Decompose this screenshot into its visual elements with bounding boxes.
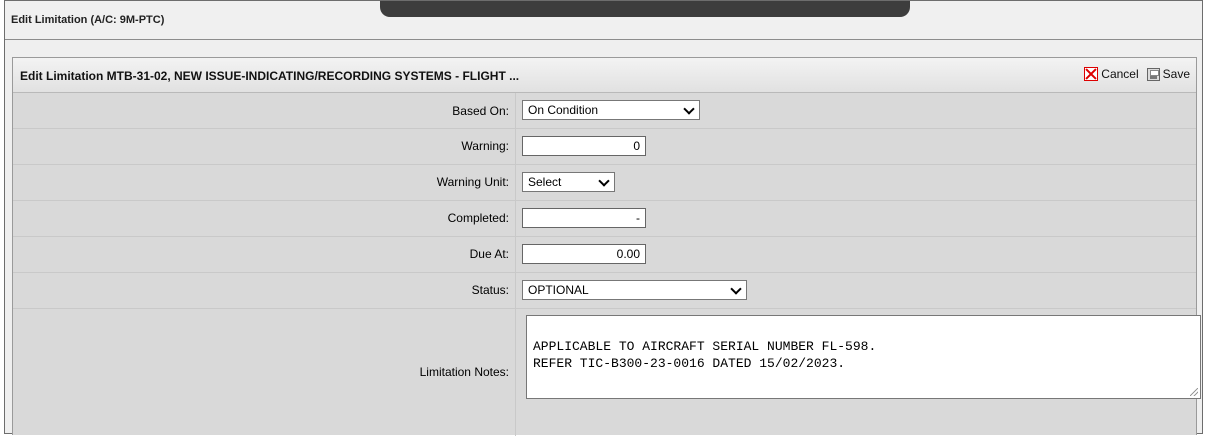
completed-input[interactable]: -: [522, 208, 646, 228]
warning-unit-row: Warning Unit: Select: [13, 164, 1196, 201]
warning-row: Warning: 0: [13, 128, 1196, 165]
save-button[interactable]: Save: [1146, 67, 1190, 81]
limitation-notes-label: Limitation Notes:: [419, 365, 509, 379]
save-label: Save: [1162, 67, 1190, 81]
panel-actions: Cancel Save: [1084, 67, 1190, 81]
edit-limitation-panel: Edit Limitation MTB-31-02, NEW ISSUE-IND…: [12, 57, 1201, 436]
completed-label: Completed:: [447, 211, 509, 225]
warning-unit-select[interactable]: Select: [522, 172, 615, 192]
warning-label: Warning:: [461, 139, 509, 153]
panel-title: Edit Limitation MTB-31-02, NEW ISSUE-IND…: [20, 69, 520, 83]
limitation-notes-textarea[interactable]: APPLICABLE TO AIRCRAFT SERIAL NUMBER FL-…: [526, 315, 1201, 399]
limitation-notes-row: Limitation Notes: APPLICABLE TO AIRCRAFT…: [13, 308, 1201, 436]
due-at-input[interactable]: 0.00: [522, 244, 646, 264]
window-titlebar[interactable]: Edit Limitation (A/C: 9M-PTC): [5, 1, 1202, 40]
cancel-button[interactable]: Cancel: [1084, 67, 1139, 81]
save-icon: [1146, 67, 1160, 81]
completed-row: Completed: -: [13, 200, 1196, 237]
based-on-label: Based On:: [452, 103, 509, 118]
status-label: Status:: [471, 283, 509, 297]
based-on-select[interactable]: On Condition: [522, 100, 700, 120]
chevron-down-icon: [730, 283, 742, 295]
drag-handle[interactable]: [380, 1, 910, 17]
status-select[interactable]: OPTIONAL: [522, 280, 747, 300]
based-on-row: Based On: On Condition: [13, 93, 1196, 129]
cancel-label: Cancel: [1101, 67, 1139, 81]
due-at-label: Due At:: [469, 247, 509, 261]
window-title: Edit Limitation (A/C: 9M-PTC): [11, 14, 165, 26]
due-at-row: Due At: 0.00: [13, 236, 1196, 273]
status-row: Status: OPTIONAL: [13, 272, 1196, 309]
warning-unit-label: Warning Unit:: [436, 175, 509, 189]
close-icon: [1084, 67, 1099, 81]
resize-grip-icon[interactable]: [1190, 388, 1198, 396]
chevron-down-icon: [598, 175, 610, 187]
edit-limitation-window: Edit Limitation (A/C: 9M-PTC) Edit Limit…: [4, 0, 1203, 436]
warning-input[interactable]: 0: [522, 136, 646, 156]
panel-header: Edit Limitation MTB-31-02, NEW ISSUE-IND…: [13, 58, 1196, 93]
chevron-down-icon: [683, 103, 695, 115]
